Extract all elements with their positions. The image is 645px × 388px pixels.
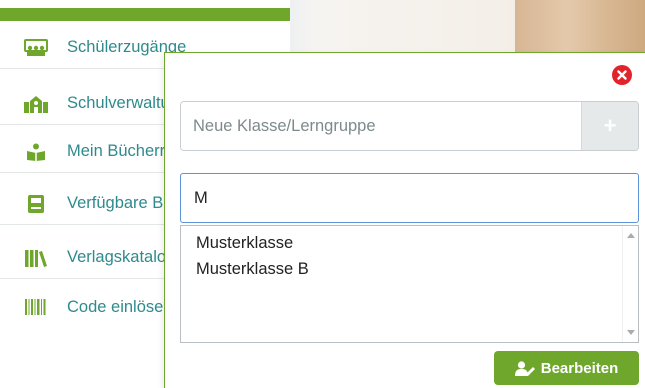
add-class-button[interactable]: + bbox=[581, 102, 638, 150]
class-listbox[interactable]: Musterklasse Musterklasse B bbox=[180, 225, 639, 343]
listbox-scrollbar[interactable] bbox=[622, 226, 638, 342]
publisher-catalog-icon bbox=[23, 248, 49, 268]
list-item[interactable]: Musterklasse bbox=[181, 230, 638, 256]
class-filter-input[interactable] bbox=[180, 173, 639, 223]
close-button[interactable] bbox=[612, 65, 632, 85]
plus-icon: + bbox=[603, 113, 617, 138]
available-books-icon bbox=[23, 194, 49, 214]
list-item[interactable]: Musterklasse B bbox=[181, 256, 638, 282]
new-class-group: + bbox=[180, 101, 639, 151]
students-access-icon bbox=[23, 38, 49, 58]
edit-button-label: Bearbeiten bbox=[540, 359, 619, 377]
sidebar-item-label: Code einlösen bbox=[67, 297, 173, 316]
sidebar-item-label: Verlagskatalog bbox=[67, 248, 176, 266]
user-edit-icon bbox=[514, 360, 535, 376]
bookshelf-icon bbox=[23, 142, 49, 162]
scroll-down-icon[interactable] bbox=[627, 330, 635, 335]
class-edit-modal: + Musterklasse Musterklasse B Bearbeiten bbox=[164, 52, 645, 388]
barcode-icon bbox=[23, 297, 49, 317]
new-class-input[interactable] bbox=[181, 102, 581, 150]
sidebar-top-bar bbox=[0, 8, 290, 21]
school-admin-icon bbox=[23, 94, 49, 114]
close-icon bbox=[617, 70, 627, 80]
scroll-up-icon[interactable] bbox=[627, 233, 635, 238]
edit-button[interactable]: Bearbeiten bbox=[494, 351, 639, 385]
